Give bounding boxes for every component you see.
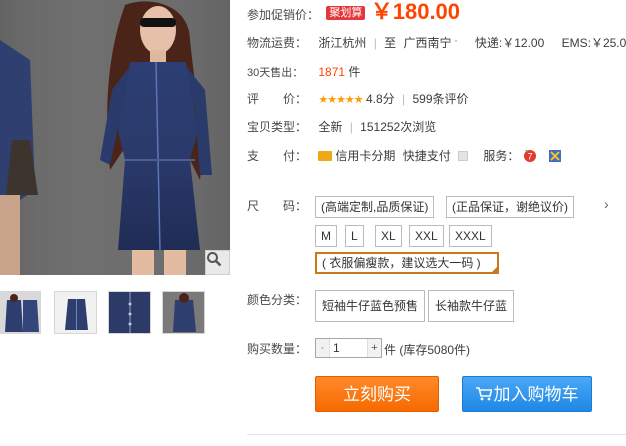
payment-row: 支 付： 信用卡分期 快捷支付 服务： 7 xyxy=(247,147,562,166)
thumbnail-3[interactable] xyxy=(108,291,151,334)
badge-icon[interactable]: 7 xyxy=(523,149,537,166)
zoom-button[interactable] xyxy=(205,250,230,275)
thumbnail-2[interactable] xyxy=(54,291,97,334)
item-type-label: 宝贝类型： xyxy=(247,120,308,134)
shipping-label: 物流运费： xyxy=(247,36,308,50)
size-label: 尺 码： xyxy=(247,199,308,213)
sales-unit: 件 xyxy=(348,65,361,79)
dress-photo xyxy=(0,0,230,275)
shipping-row: 物流运费： 浙江杭州 | 至 广西南宁 ˇ 快递:￥12.00 EMS:￥25.0 xyxy=(247,34,626,51)
size-note-1[interactable]: (高端定制,品质保证) xyxy=(315,196,435,218)
thumbnail-image xyxy=(109,292,150,333)
size-option-xl[interactable]: XL xyxy=(375,225,402,247)
quantity-stepper[interactable]: - + xyxy=(315,338,382,358)
price-currency: ￥ xyxy=(370,0,393,24)
size-option-l[interactable]: L xyxy=(345,225,364,247)
size-note-2[interactable]: (正品保证，谢绝议价) xyxy=(446,196,574,218)
rating-score: 4.8分 xyxy=(366,92,395,106)
quantity-input[interactable] xyxy=(331,339,367,357)
size-option-xxl[interactable]: XXL xyxy=(409,225,444,247)
color-option-long-sleeve[interactable]: 长袖款牛仔蓝 xyxy=(428,290,515,322)
thumbnail-image xyxy=(163,292,204,333)
main-product-image[interactable] xyxy=(0,0,230,275)
item-condition: 全新 xyxy=(318,120,343,134)
rating-label: 评 价： xyxy=(247,92,308,106)
promotion-row: 参加促销价： 聚划算 ￥180.00 xyxy=(247,0,460,24)
shipping-destination-select[interactable]: 广西南宁 ˇ xyxy=(404,36,458,50)
magnifier-icon xyxy=(207,252,222,267)
divider: | xyxy=(402,92,406,106)
sales-label: 30天售出： xyxy=(247,67,304,79)
service-label: 服务： xyxy=(483,149,520,163)
promotion-label: 促销价： xyxy=(271,8,320,22)
add-to-cart-label: 加入购物车 xyxy=(493,385,579,404)
promotion-tag: 聚划算 xyxy=(326,6,366,20)
thumbnail-image xyxy=(0,292,40,333)
quick-pay-link[interactable]: 快捷支付 xyxy=(403,149,451,163)
card-icon xyxy=(318,151,333,161)
item-type-row: 宝贝类型： 全新 | 151252次浏览 xyxy=(247,118,436,135)
promotion-label-prefix: 参加 xyxy=(247,8,272,22)
reviews-link[interactable]: 599条评价 xyxy=(413,92,469,106)
rating-stars: ★★★★★ xyxy=(318,94,363,106)
info-icon[interactable] xyxy=(458,151,469,161)
price-value: 180.00 xyxy=(392,0,461,24)
stock-count: (库存5080件) xyxy=(399,343,471,357)
shipping-ems: EMS:￥25.0 xyxy=(561,36,626,50)
shield-icon[interactable] xyxy=(548,149,562,166)
shipping-from: 浙江杭州 xyxy=(318,36,367,50)
item-views: 151252次浏览 xyxy=(360,120,437,134)
quantity-decrement-button[interactable]: - xyxy=(316,339,330,357)
thumbnail-image xyxy=(55,292,96,333)
size-option-tip-selected[interactable]: ( 衣服偏瘦款，建议选大一码 ) xyxy=(315,252,499,274)
size-option-m[interactable]: M xyxy=(315,225,337,247)
size-more-arrow[interactable]: › xyxy=(604,196,609,212)
size-option-xxxl[interactable]: XXXL xyxy=(449,225,492,247)
payment-label: 支 付： xyxy=(247,149,308,163)
credit-installment-link[interactable]: 信用卡分期 xyxy=(335,149,395,163)
quantity-label-row: 购买数量： xyxy=(247,340,307,357)
thumbnail-1[interactable] xyxy=(0,291,41,334)
shipping-to-prefix: 至 xyxy=(384,36,397,50)
thumbnail-4[interactable] xyxy=(162,291,205,334)
divider: | xyxy=(373,36,377,50)
quantity-label: 购买数量： xyxy=(247,342,308,356)
buy-now-button[interactable]: 立刻购买 xyxy=(315,376,439,412)
color-label: 颜色分类： xyxy=(247,293,308,307)
svg-text:7: 7 xyxy=(527,152,532,162)
color-option-short-sleeve[interactable]: 短袖牛仔蓝色预售 xyxy=(315,290,426,322)
chevron-down-icon: ˇ xyxy=(454,39,458,49)
shipping-express: 快递:￥12.00 xyxy=(474,36,545,50)
size-label-row: 尺 码： xyxy=(247,197,315,214)
quantity-unit: 件 xyxy=(384,343,397,357)
quantity-increment-button[interactable]: + xyxy=(367,339,381,357)
sales-count: 1871 xyxy=(318,65,346,79)
quantity-stock-info: 件 (库存5080件) xyxy=(384,341,470,358)
cart-icon xyxy=(475,387,493,401)
selected-check-icon xyxy=(491,266,498,273)
rating-row: 评 价： ★★★★★ 4.8分 | 599条评价 xyxy=(247,90,469,107)
sales-row: 30天售出： 1871 件 xyxy=(247,63,360,80)
divider xyxy=(247,434,626,435)
color-label-row: 颜色分类： xyxy=(247,291,307,308)
shipping-destination: 广西南宁 xyxy=(403,36,452,50)
divider: | xyxy=(349,120,353,134)
add-to-cart-button[interactable]: 加入购物车 xyxy=(462,376,592,412)
size-tip-text: ( 衣服偏瘦款，建议选大一码 ) xyxy=(322,256,481,270)
